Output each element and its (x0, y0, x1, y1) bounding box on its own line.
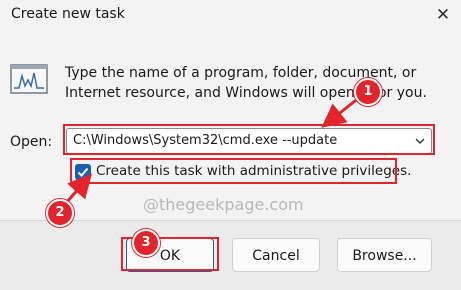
watermark: @thegeekpage.com (143, 195, 304, 214)
step-badge-1: 1 (354, 78, 382, 106)
close-icon[interactable]: ✕ (430, 2, 456, 28)
highlight-admin-checkbox (70, 158, 397, 184)
window-title: Create new task (11, 6, 125, 22)
highlight-open-field (63, 124, 435, 155)
title-bar: Create new task ✕ (0, 0, 461, 32)
browse-button[interactable]: Browse... (337, 238, 432, 272)
step-badge-2: 2 (46, 199, 74, 227)
cancel-button[interactable]: Cancel (232, 238, 320, 272)
step-badge-3: 3 (132, 229, 160, 257)
run-dialog-icon (10, 64, 48, 94)
open-label: Open: (10, 134, 53, 150)
